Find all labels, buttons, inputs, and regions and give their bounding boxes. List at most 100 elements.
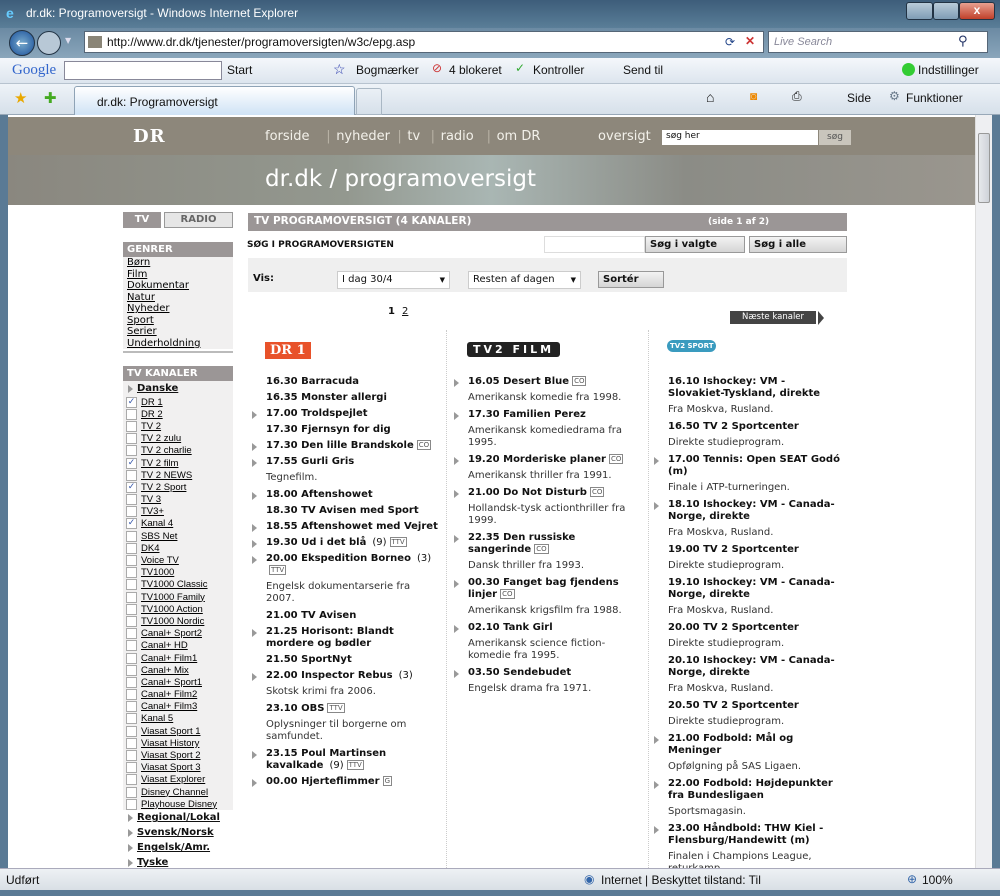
program-title[interactable]: 16.05 Desert Blue CO (468, 374, 641, 390)
program-title[interactable]: 17.30 Familien Perez (468, 407, 641, 423)
live-search-input[interactable]: Live Search (768, 31, 988, 53)
settings-button[interactable]: Indstillinger (918, 63, 979, 77)
channel-item[interactable]: SBS Net (123, 530, 233, 543)
channel-label[interactable]: Canal+ Film2 (141, 689, 197, 700)
program-item[interactable]: 18.00 Aftenshowet (249, 487, 439, 503)
channel-label[interactable]: Canal+ HD (141, 640, 188, 651)
bookmarks-button[interactable]: Bogmærker (356, 63, 419, 77)
channel-item[interactable]: Canal+ Film1 (123, 651, 233, 665)
program-title[interactable]: 17.55 Gurli Gris (266, 454, 439, 470)
program-item[interactable]: 16.05 Desert Blue CO Amerikansk komedie fr… (451, 374, 641, 407)
expand-arrow-icon[interactable] (454, 379, 459, 387)
channel-checkbox[interactable]: ✓ (126, 518, 137, 530)
expand-arrow-icon[interactable] (252, 540, 257, 548)
channel-item[interactable]: DR 2 (123, 408, 233, 421)
genre-link[interactable]: Film (123, 268, 233, 280)
program-item[interactable]: 03.50 Sendebudet Engelsk drama fra 1971. (451, 665, 641, 698)
program-title[interactable]: 22.35 Den russiske sangerinde CO (468, 530, 641, 558)
program-item[interactable]: 19.30 Ud i det blå (9) TTV (249, 535, 439, 551)
expand-arrow-icon[interactable] (654, 781, 659, 789)
nav-link-forside[interactable]: forside (265, 129, 310, 144)
nav-link-tv[interactable]: tv (407, 129, 420, 144)
channel-checkbox[interactable] (126, 591, 137, 603)
channel-item[interactable]: ✓ TV 2 Sport (123, 481, 233, 494)
channel-checkbox[interactable] (126, 615, 137, 627)
feeds-icon[interactable]: ◙ (750, 89, 757, 103)
channel-item[interactable]: Canal+ HD (123, 639, 233, 652)
channel-label[interactable]: SBS Net (141, 531, 177, 542)
program-title[interactable]: 18.00 Aftenshowet (266, 487, 439, 503)
channel-label[interactable]: TV 2 (141, 421, 161, 432)
channel-label[interactable]: Canal+ Sport2 (141, 628, 202, 639)
channel-checkbox[interactable] (126, 579, 137, 591)
channel-label[interactable]: Viasat Sport 3 (141, 762, 201, 773)
overview-link[interactable]: oversigt (598, 129, 651, 144)
channel-item[interactable]: TV1000 Nordic (123, 615, 233, 628)
forward-button[interactable] (37, 31, 61, 55)
channel-label[interactable]: Kanal 5 (141, 713, 173, 724)
expand-arrow-icon[interactable] (654, 826, 659, 834)
maximize-button[interactable] (933, 2, 959, 20)
search-icon[interactable]: ⚲ (958, 34, 968, 49)
page-2-link[interactable]: 2 (402, 306, 408, 317)
channel-checkbox[interactable] (126, 542, 137, 554)
program-item[interactable]: 00.30 Fanget bag fjendens linjer CO Amerik… (451, 575, 641, 620)
channel-label[interactable]: TV 2 film (141, 458, 178, 469)
program-item[interactable]: 19.20 Morderiske planer CO Amerikansk thri… (451, 452, 641, 485)
channel-checkbox[interactable] (126, 603, 137, 615)
stop-icon[interactable]: ✕ (745, 34, 755, 48)
history-dropdown-icon[interactable]: ▼ (65, 36, 71, 45)
channel-checkbox[interactable] (126, 737, 137, 749)
genre-link[interactable]: Nyheder (123, 303, 233, 315)
new-tab-button[interactable] (356, 88, 382, 115)
program-title[interactable]: 20.00 Ekspedition Borneo (3) TTV (266, 551, 439, 579)
channel-label[interactable]: DR 2 (141, 409, 163, 420)
program-title[interactable]: 17.00 Tennis: Open SEAT Godó (m) (668, 452, 841, 480)
program-title[interactable]: 19.20 Morderiske planer CO (468, 452, 641, 468)
program-item[interactable]: 20.00 Ekspedition Borneo (3) TTV Engelsk do… (249, 551, 439, 608)
channel-label[interactable]: TV 2 NEWS (141, 470, 192, 481)
channel-item[interactable]: Canal+ Film2 (123, 688, 233, 701)
program-title[interactable]: 23.00 Håndbold: THW Kiel - Flensburg/Han… (668, 821, 841, 849)
channel-label[interactable]: Viasat Sport 2 (141, 750, 201, 761)
favorites-star-icon[interactable]: ★ (14, 89, 27, 107)
search-all-button[interactable]: Søg i alle (749, 236, 847, 253)
program-item[interactable]: 22.00 Inspector Rebus (3) Skotsk krimi fra… (249, 668, 439, 701)
channel-item[interactable]: TV 3 (123, 493, 233, 506)
channel-checkbox[interactable] (126, 445, 137, 457)
channel-label[interactable]: TV 2 charlie (141, 445, 192, 456)
genre-link[interactable]: Dokumentar (123, 280, 233, 292)
expand-arrow-icon[interactable] (654, 502, 659, 510)
channel-checkbox[interactable] (126, 701, 137, 713)
channel-checkbox[interactable] (126, 676, 137, 688)
channel-checkbox[interactable] (126, 664, 137, 676)
channel-checkbox[interactable] (126, 774, 137, 786)
channel-checkbox[interactable] (126, 725, 137, 737)
program-title[interactable]: 22.00 Inspector Rebus (3) (266, 668, 439, 684)
channel-checkbox[interactable]: ✓ (126, 457, 137, 469)
channel-label[interactable]: Canal+ Film3 (141, 701, 197, 712)
channel-label[interactable]: Viasat History (141, 738, 199, 749)
google-start-button[interactable]: Start (227, 63, 252, 77)
popup-blocked-button[interactable]: 4 blokeret (449, 63, 502, 77)
expand-arrow-icon[interactable] (252, 524, 257, 532)
program-item[interactable]: 17.30 Familien Perez Amerikansk komediedr… (451, 407, 641, 452)
channel-checkbox[interactable] (126, 433, 137, 445)
channel-label[interactable]: Viasat Explorer (141, 774, 205, 785)
zoom-level[interactable]: 100% (922, 873, 953, 887)
channel-item[interactable]: Viasat Explorer (123, 773, 233, 786)
program-title[interactable]: 03.50 Sendebudet (468, 665, 641, 681)
expand-arrow-icon[interactable] (252, 459, 257, 467)
program-title[interactable]: 00.00 Hjerteflimmer G (266, 774, 439, 790)
channel-item[interactable]: Playhouse Disney (123, 798, 233, 811)
program-item[interactable]: 23.00 Håndbold: THW Kiel - Flensburg/Han… (651, 821, 841, 868)
channel-item[interactable]: TV1000 Action (123, 603, 233, 616)
genre-link[interactable]: Sport (123, 314, 233, 326)
expand-arrow-icon[interactable] (454, 457, 459, 465)
program-item[interactable]: 02.10 Tank Girl Amerikansk science fictio… (451, 620, 641, 665)
channel-label[interactable]: Canal+ Sport1 (141, 677, 202, 688)
program-item[interactable]: 21.00 Do Not Disturb CO Hollandsk-tysk act… (451, 485, 641, 530)
channel-label[interactable]: TV1000 Family (141, 592, 205, 603)
expand-arrow-icon[interactable] (252, 492, 257, 500)
channel-label[interactable]: TV1000 Classic (141, 579, 208, 590)
